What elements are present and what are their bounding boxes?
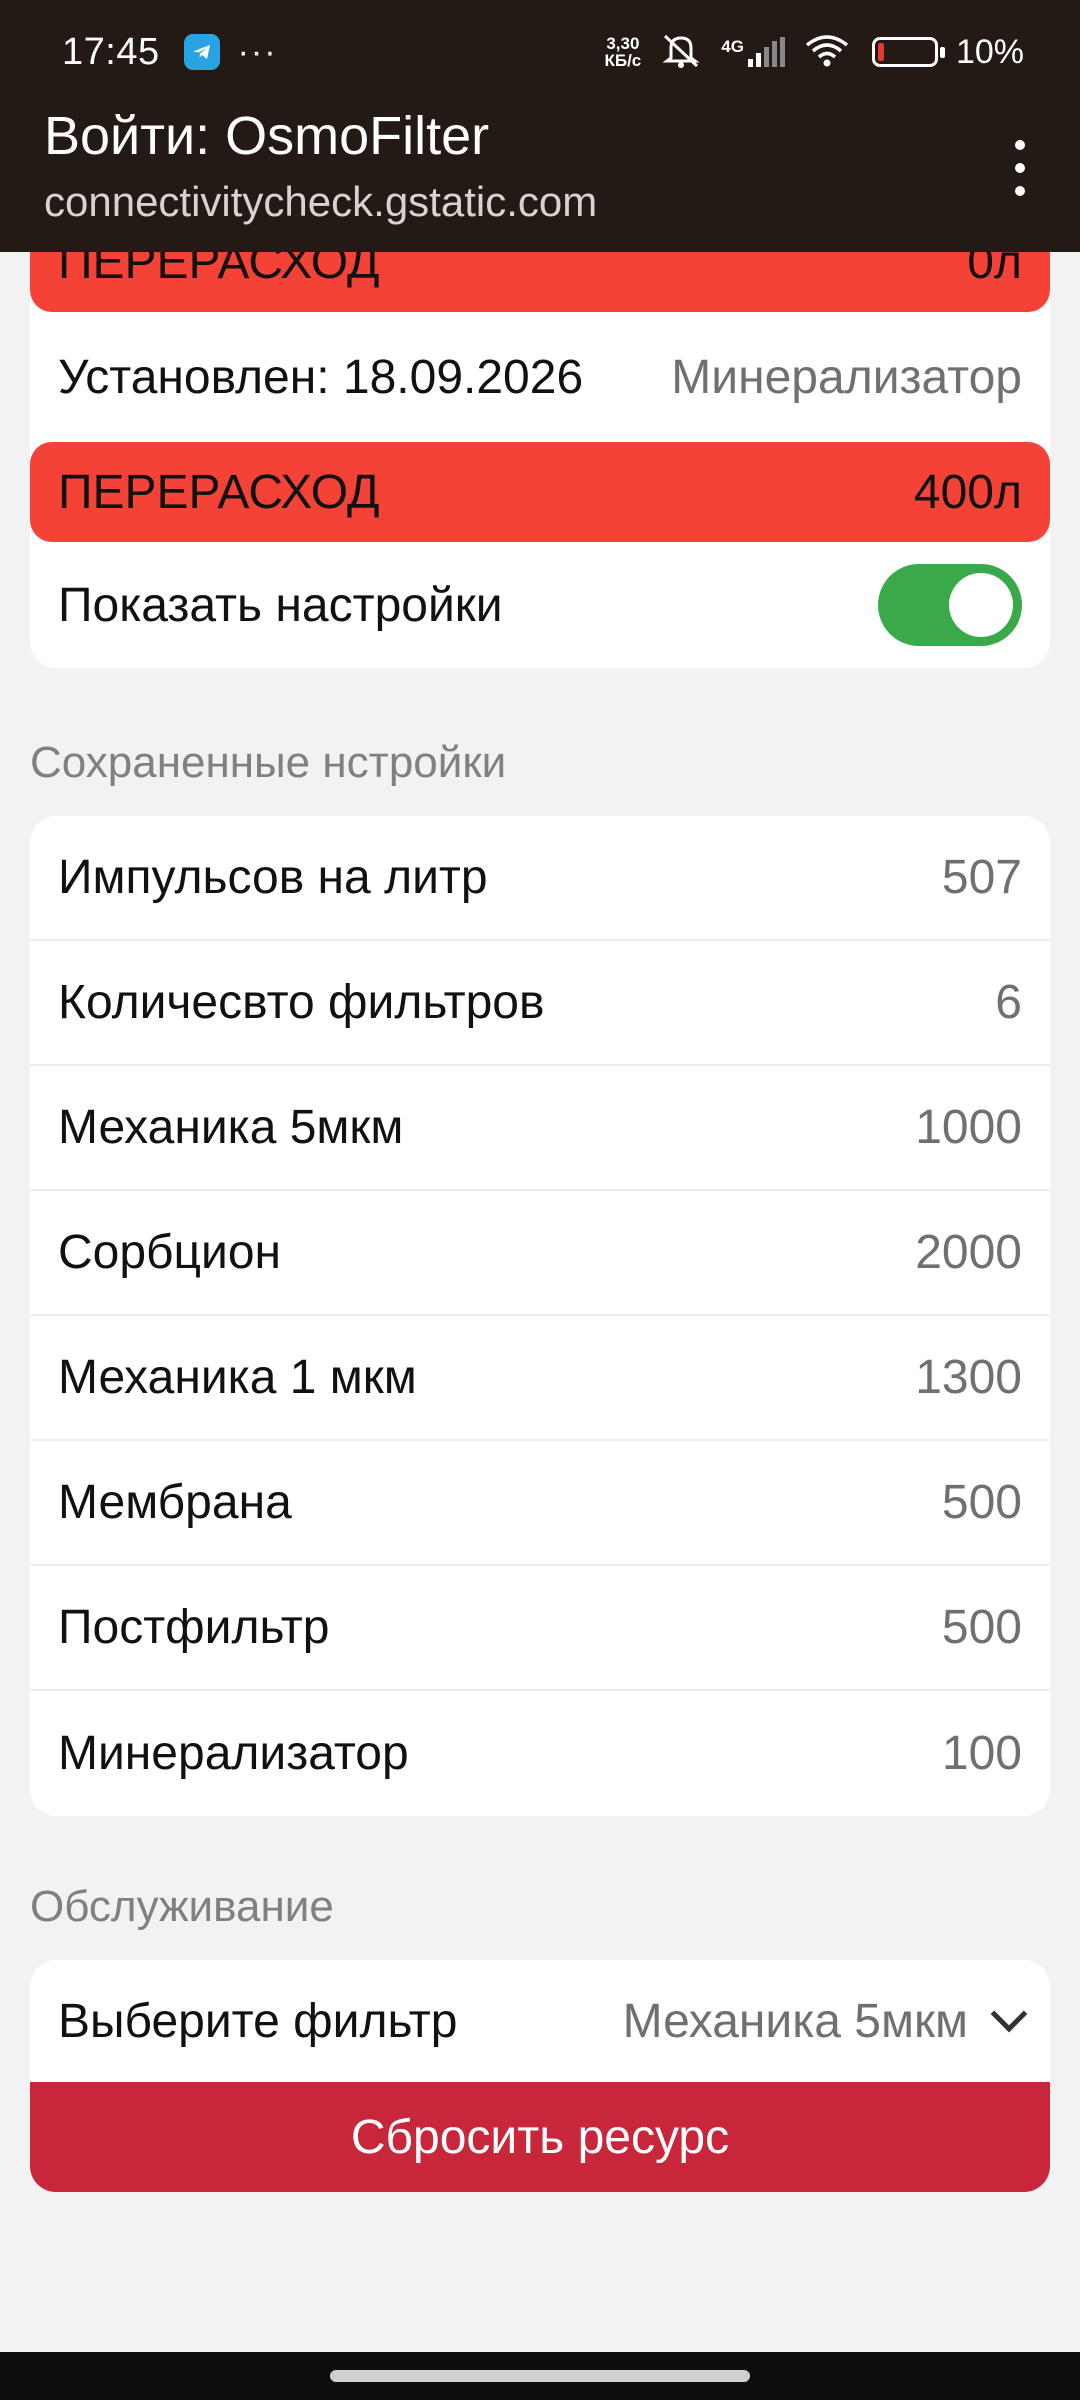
settings-row: Импульсов на литр 507 [30,816,1050,941]
settings-row-value: 507 [941,851,1022,904]
overuse-alert-value: 400л [913,465,1022,519]
settings-row-value: 1300 [915,1351,1022,1404]
maintenance-heading: Обслуживание [30,1882,334,1931]
settings-row: Минерализатор 100 [30,1691,1050,1816]
net-speed-value: 3,30 [606,34,640,53]
settings-row-label: Сорбцион [58,1226,282,1279]
filter-select-value: Механика 5мкм [622,1994,968,2048]
settings-row-value: 1000 [915,1101,1022,1154]
telegram-icon [183,34,220,70]
settings-row-value: 6 [995,976,1022,1029]
more-notifications-icon: ··· [237,32,278,71]
settings-row: Постфильтр 500 [30,1566,1050,1691]
saved-settings-heading: Сохраненные нстройки [30,738,507,787]
settings-row-label: Импульсов на литр [58,851,488,904]
page-title: Войти: OsmoFilter [44,106,490,166]
settings-row: Мембрана 500 [30,1441,1050,1566]
settings-row-label: Механика 5мкм [58,1101,404,1154]
settings-row-label: Минерализатор [58,1727,409,1780]
overflow-menu-icon[interactable] [1010,140,1030,196]
wifi-icon [804,33,850,72]
filter-select-label: Выберите фильтр [58,1994,458,2048]
show-settings-row: Показать настройки [30,542,1050,668]
settings-row-value: 500 [941,1601,1022,1654]
settings-row-label: Мембрана [58,1476,292,1529]
installed-row: Установлен: 18.09.2026 Минерализатор [30,312,1050,442]
net-speed: 3,30 КБ/с [604,35,641,69]
settings-row-value: 500 [941,1476,1022,1529]
settings-row: Количесвто фильтров 6 [30,941,1050,1066]
app-bar: Войти: OsmoFilter connectivitycheck.gsta… [0,104,1080,252]
status-time: 17:45 [62,30,160,73]
settings-row-label: Постфильтр [58,1601,330,1654]
settings-row: Сорбцион 2000 [30,1191,1050,1316]
filter-select[interactable]: Выберите фильтр Механика 5мкм [30,1960,1050,2082]
chevron-down-icon [990,1995,1028,2033]
show-settings-label: Показать настройки [58,578,503,632]
settings-row-label: Механика 1 мкм [58,1351,417,1404]
reset-resource-button[interactable]: Сбросить ресурс [30,2082,1050,2192]
settings-row-value: 100 [941,1727,1022,1780]
overuse-alert: ПЕРЕРАСХОД 400л [30,442,1050,542]
settings-row: Механика 5мкм 1000 [30,1066,1050,1191]
navigation-bar [0,2352,1080,2400]
battery-level [877,43,884,61]
page-content: ПЕРЕРАСХОД 0л Установлен: 18.09.2026 Мин… [0,212,1080,2352]
status-card: ПЕРЕРАСХОД 0л Установлен: 18.09.2026 Мин… [30,212,1050,668]
home-gesture-handle[interactable] [330,2370,750,2382]
signal-icon: 4G [721,37,786,67]
net-speed-unit: КБ/с [604,51,642,70]
battery-percent: 10% [955,32,1024,71]
saved-settings-card: Импульсов на литр 507 Количесвто фильтров 6… [30,816,1050,1816]
overuse-alert-label: ПЕРЕРАСХОД [58,465,380,519]
settings-row: Механика 1 мкм 1300 [30,1316,1050,1441]
show-settings-toggle[interactable] [878,564,1022,646]
battery-icon [871,37,945,67]
network-type: 4G [721,37,744,56]
settings-row-label: Количесвто фильтров [58,976,545,1029]
settings-row-value: 2000 [915,1226,1022,1279]
page-url: connectivitycheck.gstatic.com [44,178,598,225]
bell-muted-icon [659,30,703,75]
status-bar: 17:45 ··· 3,30 КБ/с 4G 10% [0,0,1080,104]
installed-filter: Минерализатор [671,350,1022,404]
installed-date: Установлен: 18.09.2026 [58,350,584,404]
maintenance-card: Выберите фильтр Механика 5мкм Сбросить р… [30,1960,1050,2192]
